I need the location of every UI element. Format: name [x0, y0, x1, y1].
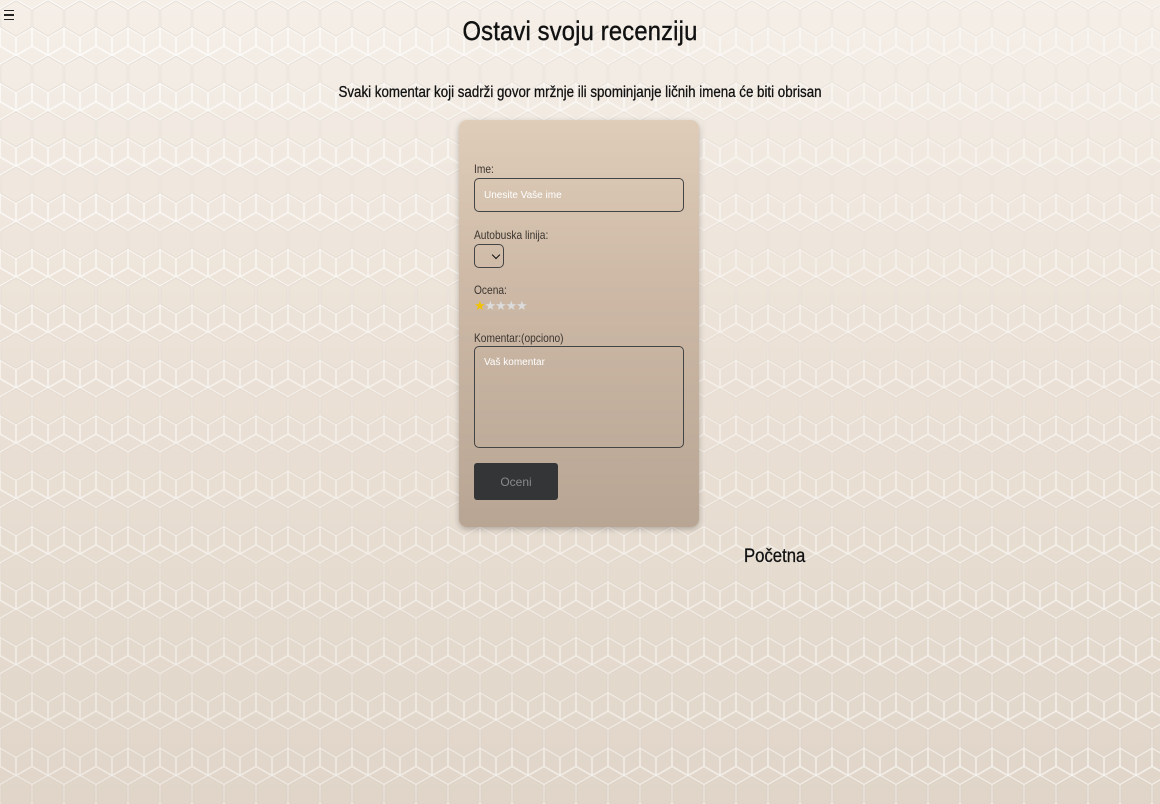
review-form-card: Ime: Autobuska linija: Ocena: ★ ★ ★ ★ ★ … — [459, 120, 699, 527]
star-rating: ★ ★ ★ ★ ★ — [474, 299, 528, 313]
home-link[interactable]: Početna — [744, 546, 806, 568]
name-input[interactable] — [474, 178, 684, 212]
chevron-down-icon — [491, 250, 501, 259]
bus-line-label: Autobuska linija: — [474, 228, 549, 242]
star-icon[interactable]: ★ — [485, 299, 497, 313]
comment-label: Komentar:(opciono) — [474, 331, 564, 345]
bus-line-select[interactable] — [474, 244, 504, 268]
name-label: Ime: — [474, 162, 494, 176]
moderation-notice: Svaki komentar koji sadrži govor mržnje … — [338, 84, 822, 101]
star-icon[interactable]: ★ — [516, 299, 528, 313]
star-icon[interactable]: ★ — [495, 299, 507, 313]
comment-textarea[interactable] — [474, 346, 684, 448]
star-icon[interactable]: ★ — [474, 299, 486, 313]
hamburger-menu-icon[interactable] — [4, 4, 18, 26]
star-icon[interactable]: ★ — [506, 299, 518, 313]
rating-label: Ocena: — [474, 283, 507, 297]
submit-rating-button[interactable]: Oceni — [474, 463, 558, 500]
page-title: Ostavi svoju recenziju — [462, 16, 698, 46]
